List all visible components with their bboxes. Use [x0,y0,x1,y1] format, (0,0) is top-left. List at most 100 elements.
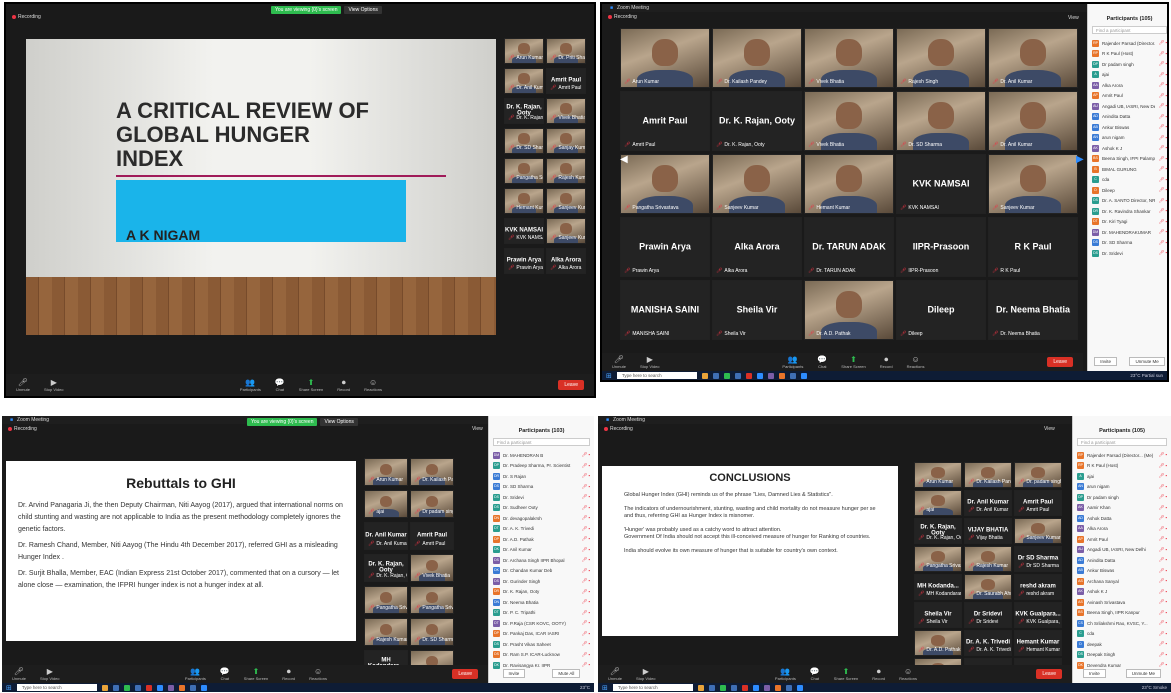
participant-row[interactable]: AP Amrit Paul 🎤︎ ▪ [1088,91,1167,102]
video-tile[interactable]: 🎤︎Sanjeev Kumar [546,218,586,244]
video-tile[interactable]: Sheila Vir🎤︎Sheila Vir [914,602,962,628]
video-tile[interactable]: 🎤︎Dr. Saurabh Ahmad [964,574,1012,600]
taskbar-app-icon[interactable] [752,684,759,691]
participant-row[interactable]: DT Dr. P.Raja (CSR KOVC, OOTY) 🎤︎ ▪ [489,618,594,629]
video-tile[interactable]: Amrit Paul 🎤︎ Amrit Paul [546,68,586,94]
participant-row[interactable]: DS Dr. Sudheer Ooty 🎤︎ ▪ [489,503,594,514]
participant-row[interactable]: DS Dr. Gurinder Singh 🎤︎ ▪ [489,576,594,587]
participant-row[interactable]: DP Dr padam singh 🎤︎ ▪ [1088,59,1167,70]
participant-row[interactable]: DM Dr. MAHENDRAKUMAR 🎤︎ ▪ [1088,227,1167,238]
stop-video-button[interactable]: ▶ Stop Video [640,355,660,369]
participant-row[interactable]: AK Ashok K J 🎤︎ ▪ [1073,587,1171,598]
participant-row[interactable]: DP Dr padam singh 🎤︎ ▪ [1073,492,1171,503]
taskbar-app-icon[interactable] [723,372,730,379]
video-tile[interactable]: 🎤︎Dr padam singh [410,490,454,518]
gallery-prev-arrow[interactable]: ◀ [620,154,628,165]
video-tile[interactable]: 🎤︎ Vivek Bhatia [546,98,586,124]
participant-row[interactable]: DSDr. A. SANTO Director, NRCC🎤︎ ▪ [1088,196,1167,207]
video-tile[interactable]: 🎤︎Dr. SD Sharma [896,91,986,151]
participant-row[interactable]: DT Dr. Kiri Tyagi 🎤︎ ▪ [1088,217,1167,228]
stop-video-button[interactable]: ▶ Stop Video [44,378,64,392]
video-tile[interactable]: 🎤︎ Arun Kumar [364,458,408,486]
video-tile[interactable]: 🎤︎ Vivek Bhatia [804,28,894,88]
reactions-button[interactable]: ☺ Reactions [899,667,917,681]
video-tile[interactable]: reshd akram 🎤︎ reshd akram [1014,574,1062,600]
participant-search-input[interactable]: Find a participant [493,438,590,446]
taskbar-app-icon[interactable] [697,684,704,691]
video-tile[interactable]: 🎤︎Dr. Kailash Pandey, Director [410,458,454,486]
participant-row[interactable]: RPRajender Parsad (Director... (Me) 🎤︎ ▪ [1073,450,1171,461]
participant-row[interactable]: Ccda 🎤︎ ▪ [1073,629,1171,640]
video-tile[interactable]: Dr Sridevi 🎤︎ Dr Sridevi [964,602,1012,628]
record-button[interactable]: ⏺ Record [337,378,350,392]
video-tile[interactable]: Dr. K. Rajan, Ooty🎤︎Dr. K. Rajan, Ooty [712,91,802,151]
video-tile[interactable]: 🎤︎Sanjeev Kumar [546,188,586,214]
video-tile[interactable]: Dr. Anil Kumar 🎤︎ Dr. Anil Kumar [364,522,408,550]
taskbar-app-icon[interactable] [178,684,185,691]
participant-row[interactable]: AB Ankur Biswas 🎤︎ ▪ [1088,122,1167,133]
leave-button[interactable]: Leave [1036,669,1062,679]
participant-row[interactable]: DM Dr. MAHENDRAN B 🎤︎ ▪ [489,450,594,461]
participant-row[interactable]: B BIMAL GURUNG 🎤︎ ▪ [1088,164,1167,175]
unmute-button[interactable]: 🎤︎ Unmute [12,667,26,681]
participant-row[interactable]: DS Dr. Archana Singh IIPR Bhopal 🎤︎ ▪ [489,555,594,566]
taskbar-search-input[interactable]: Type here to search [16,684,97,691]
video-tile[interactable]: 🎤︎ Vivek Bhatia [410,554,454,582]
video-tile[interactable]: 🎤︎Hemant Kumar [504,188,544,214]
video-tile[interactable]: 🎤︎ Dr. A.D. Pathak [914,630,962,656]
taskbar-app-icon[interactable] [708,684,715,691]
participant-row[interactable]: AU Angadi UB, IASRI, New Delhi 🎤︎ ▪ [1073,545,1171,556]
video-tile[interactable]: VIJAY BHATIA 🎤︎ Vijay Bhatia [964,518,1012,544]
participant-row[interactable]: AN arun nigam 🎤︎ ▪ [1088,133,1167,144]
video-tile[interactable]: 🎤︎ Vivek Bhatia [804,91,894,151]
leave-button[interactable]: Leave [558,380,584,390]
video-tile[interactable]: Dr. K. Rajan, Ooty🎤︎Dr. K. Rajan, Ooty [504,98,544,124]
participant-row[interactable]: DK Dr. Chandan Kumar Deb 🎤︎ ▪ [489,566,594,577]
leave-button[interactable]: Leave [1047,357,1073,367]
participant-row[interactable]: AA Alka Arora 🎤︎ ▪ [1088,80,1167,91]
taskbar-app-icon[interactable] [800,372,807,379]
participant-row[interactable]: DS Dr. SD Sharma 🎤︎ ▪ [489,482,594,493]
video-tile[interactable]: Dr. A. K. Trivedi 🎤︎ Dr. A. K. Trivedi [964,630,1012,656]
video-tile[interactable]: MH Kodanda...🎤︎MH Kodandaram IIR... [914,574,962,600]
share-screen-button[interactable]: ⬆ Share Screen [299,378,323,392]
participant-search-input[interactable]: Find a participant [1077,438,1167,446]
taskbar-app-icon[interactable] [200,684,207,691]
participant-row[interactable]: Aajai 🎤︎ ▪ [1073,471,1171,482]
video-tile[interactable]: 🎤︎Dr. Kailash Pandey [712,28,802,88]
view-button[interactable]: View [1044,426,1055,432]
participant-row[interactable]: AK Ashok K J 🎤︎ ▪ [1088,143,1167,154]
unmute-button[interactable]: 🎤︎ Unmute [16,378,30,392]
video-tile[interactable]: 🎤︎Rajesh Kumar [546,158,586,184]
participants-button[interactable]: 👥 Participants [185,667,206,681]
participant-row[interactable]: DN Dr. Neema Bhatia 🎤︎ ▪ [489,597,594,608]
video-tile[interactable]: 🎤︎ Arun Kumar [620,28,710,88]
stop-video-button[interactable]: ▶ Stop Video [636,667,656,681]
video-tile[interactable]: 🎤︎Dr. Anil Kumar [988,28,1078,88]
unmute-button[interactable]: 🎤︎ Unmute [608,667,622,681]
taskbar-app-icon[interactable] [189,684,196,691]
taskbar-app-icon[interactable] [785,684,792,691]
participant-row[interactable]: RP R K Paul (Host) 🎤︎ ▪ [1073,461,1171,472]
taskbar-app-icon[interactable] [123,684,130,691]
participant-row[interactable]: AS Avinash Srivastava 🎤︎ ▪ [1073,597,1171,608]
taskbar-app-icon[interactable] [167,684,174,691]
windows-start-icon[interactable]: ⊞ [602,684,608,692]
video-tile[interactable]: Dr. Anil Kumar 🎤︎ Dr. Anil Kumar [964,490,1012,516]
chat-button[interactable]: 💬 Chat [817,355,827,369]
participants-button[interactable]: 👥 Participants [775,667,796,681]
video-tile[interactable]: Prawin Arya🎤︎Prawin Arya [620,217,710,277]
video-tile[interactable]: Alka Arora🎤︎Alka Arora [712,217,802,277]
participants-button[interactable]: 👥 Participants [240,378,261,392]
participant-row[interactable]: AD Anindita Datta 🎤︎ ▪ [1088,112,1167,123]
participant-row[interactable]: AN arun nigam 🎤︎ ▪ [1073,482,1171,493]
video-tile[interactable]: MANISHA SAINI 🎤︎ MANISHA SAINI [620,280,710,340]
participant-row[interactable]: DS Dr. SD Sharma 🎤︎ ▪ [1088,238,1167,249]
chat-button[interactable]: 💬 Chat [275,378,285,392]
share-screen-button[interactable]: ⬆ Share Screen [834,667,858,681]
video-tile[interactable]: KVK Gualpara...🎤︎KVK Gualpara, Dr Sa... [1014,602,1062,628]
invite-button[interactable]: Invite [1082,669,1106,678]
weather-widget[interactable]: 23°C [580,685,590,690]
video-tile[interactable]: 🎤︎Rajesh Kumar [964,546,1012,572]
gallery-next-arrow[interactable]: ▶ [1076,154,1084,165]
